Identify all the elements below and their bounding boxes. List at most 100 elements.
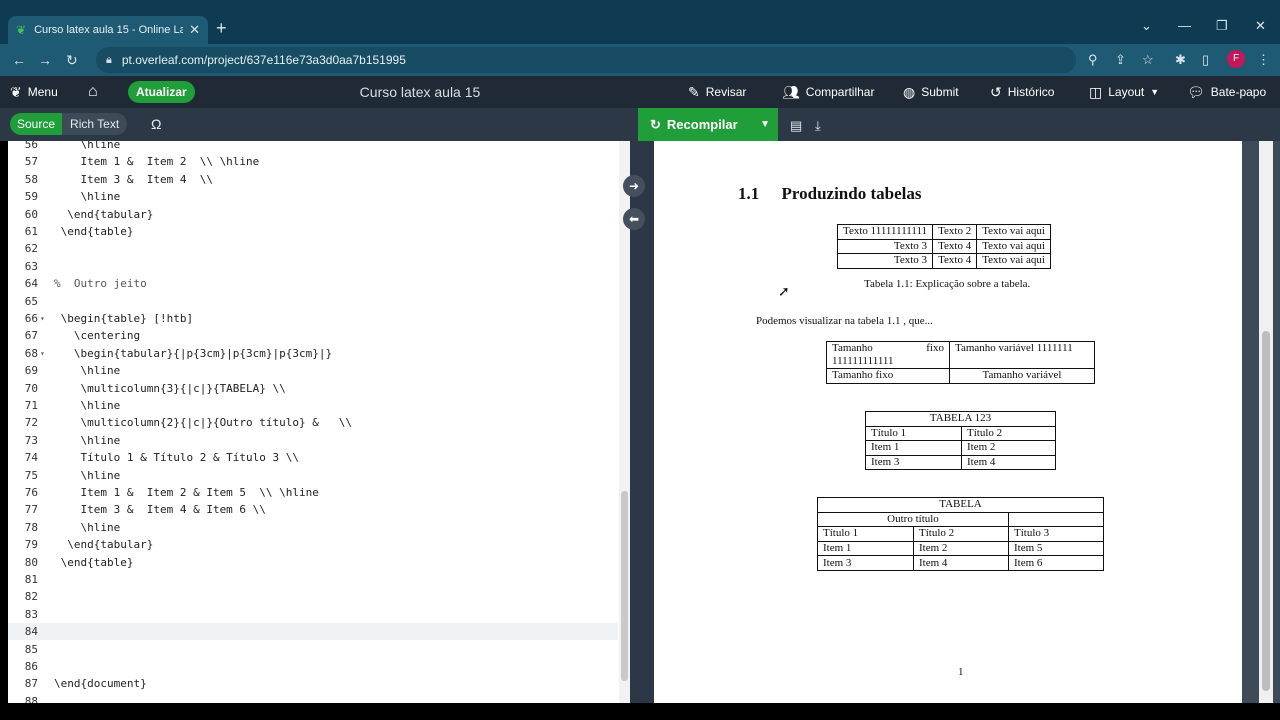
table-row: Título 1 Título 2 [865,425,1056,442]
side-panel-icon[interactable]: ▯ [1202,52,1209,68]
code-line[interactable]: 65 [8,293,618,310]
code-line[interactable]: 81 [8,571,618,588]
fold-arrow-icon[interactable]: ▾ [40,345,45,362]
url-text: pt.overleaf.com/project/637e116e73a3d0aa… [121,53,406,67]
table-row: Outro título [817,511,1104,528]
code-text: \hline [54,468,121,482]
history-icon: ↺ [990,83,1002,100]
code-line[interactable]: 75 \hline [8,467,618,484]
code-line[interactable]: 84 [8,623,618,641]
code-line[interactable]: 71 \hline [8,397,618,414]
maximize-icon[interactable]: ❐ [1216,18,1228,34]
code-text: \end{tabular} [54,207,154,221]
pdf-scrollbar[interactable] [1259,141,1273,703]
source-mode-button[interactable]: Source [10,113,63,135]
code-line[interactable]: 57 Item 1 & Item 2 \\ \hline [8,153,618,170]
code-line[interactable]: 70 \multicolumn{3}{|c|}{TABELA} \\ [8,380,618,397]
mouse-cursor-icon: ➚ [778,283,790,299]
browser-menu-icon[interactable]: ⋮ [1257,52,1270,68]
code-line[interactable]: 87 \end{document} [8,675,618,692]
code-line[interactable]: 83 [8,606,618,623]
zoom-icon[interactable]: ⚲ [1088,52,1098,68]
code-line[interactable]: 62 [8,240,618,257]
code-line[interactable]: 61 \end{table} [8,223,618,240]
bookmark-star-icon[interactable]: ☆ [1142,52,1154,68]
download-pdf-icon[interactable]: ⤓ [815,118,821,134]
editor-scroll-thumb[interactable] [621,491,628,681]
code-line[interactable]: 63 [8,258,618,275]
rich-text-mode-button[interactable]: Rich Text [62,113,128,135]
code-line[interactable]: 76 Item 1 & Item 2 & Item 5 \\ \hline [8,484,618,501]
code-text: \centering [54,329,141,343]
extensions-icon[interactable]: ✱ [1175,52,1186,68]
code-line[interactable]: 58 Item 3 & Item 4 \\ [8,171,618,188]
code-line[interactable]: 85 [8,641,618,658]
line-number: 61 [24,225,38,238]
line-number: 87 [24,677,38,691]
history-button[interactable]: ↺ Histórico [990,76,1054,108]
share-button[interactable]: 👥︎ Compartilhar [782,76,874,108]
forward-icon[interactable]: → [38,52,52,68]
fold-arrow-icon[interactable]: ▾ [40,310,45,327]
close-window-icon[interactable]: ✕ [1255,18,1266,34]
project-title[interactable]: Curso latex aula 15 [340,76,500,108]
code-line[interactable]: 73 \hline [8,432,618,449]
pdf-scroll-thumb[interactable] [1262,331,1270,691]
code-line[interactable]: 67 \centering [8,327,618,344]
code-line[interactable]: 82 [8,588,618,605]
code-text: \hline [54,399,121,412]
recompile-button[interactable]: ↻ Recompilar ▼ [638,108,778,141]
chat-button[interactable]: 💬︎ Bate-papo [1187,76,1266,108]
logs-icon[interactable]: ▤ [790,118,802,134]
review-label: Revisar [705,85,747,99]
pdf-viewer[interactable]: 1.1 Produzindo tabelas Texto 11111111111… [654,141,1280,703]
code-line[interactable]: 56 \hline [8,141,618,153]
profile-avatar[interactable]: F [1227,50,1245,68]
code-line[interactable]: 77 Item 3 & Item 4 & Item 6 \\ [8,501,618,518]
code-line[interactable]: 80 \end{table} [8,554,618,571]
symbol-palette-button[interactable]: Ω [151,116,161,132]
editor-toolbar: Source Rich Text Ω [0,108,638,141]
browser-tab-bar: ❦ Curso latex aula 15 - Online LaTe ✕ + … [0,0,1280,44]
browser-tab[interactable]: ❦ Curso latex aula 15 - Online LaTe ✕ [8,16,208,44]
close-tab-icon[interactable]: ✕ [189,22,200,38]
table-4: TABELA Outro título Título 1 Título 2 Tí… [817,497,1104,571]
code-line[interactable]: 64 % Outro jeito [8,275,618,292]
code-line[interactable]: 59 \hline [8,188,618,205]
url-input[interactable]: 🔒︎ pt.overleaf.com/project/637e116e73a3d… [96,47,1076,73]
sync-to-pdf-icon[interactable]: ➜ [623,175,645,197]
share-page-icon[interactable]: ⇪ [1115,52,1126,68]
code-text: \begin{tabular}{|p{3cm}|p{3cm}|p{3cm}|} [54,346,333,360]
code-text: \hline [54,433,121,447]
page-number: 1 [958,666,964,678]
sync-to-code-icon[interactable]: ⬅ [623,208,645,230]
layout-button[interactable]: ◫ Layout ▼ [1089,76,1159,108]
table-row: Título 1 Título 2 Título 3 [817,526,1104,542]
code-text: \end{tabular} [54,538,154,552]
submit-label: Submit [921,85,959,99]
back-icon[interactable]: ← [12,52,26,68]
recompile-dropdown-icon[interactable]: ▼ [760,119,770,130]
code-line[interactable]: 79 \end{tabular} [8,536,618,553]
code-line[interactable]: 66 ▾ \begin{table} [!htb] [8,310,618,327]
code-editor[interactable]: 56 \hline 57 Item 1 & Item 2 \\ \hline 58 … [8,141,630,703]
review-button[interactable]: ✎ Revisar [688,76,746,108]
code-line[interactable]: 86 [8,658,618,675]
code-line[interactable]: 68 ▾ \begin{tabular}{|p{3cm}|p{3cm}|p{3cm… [8,345,618,362]
code-line[interactable]: 78 \hline [8,519,618,536]
code-line[interactable]: 74 Título 1 & Título 2 & Título 3 \\ [8,449,618,466]
code-line[interactable]: 88 [8,693,618,703]
code-line[interactable]: 72 \multicolumn{2}{|c|}{Outro título} & … [8,414,618,431]
home-icon[interactable]: ⌂ [88,76,98,108]
new-tab-icon[interactable]: + [216,18,227,39]
submit-button[interactable]: ◍ Submit [903,76,959,108]
table-cell: Outro título [817,511,1009,528]
minimize-icon[interactable]: — [1178,18,1191,33]
update-button[interactable]: Atualizar [128,81,195,103]
table-cell: Título 2 [961,425,1056,442]
code-line[interactable]: 69 \hline [8,362,618,379]
reload-icon[interactable]: ↻ [66,52,78,69]
code-line[interactable]: 60 \end{tabular} [8,206,618,223]
menu-button[interactable]: ❦ Menu [10,76,58,108]
tab-search-icon[interactable]: ⌄ [1141,18,1152,34]
